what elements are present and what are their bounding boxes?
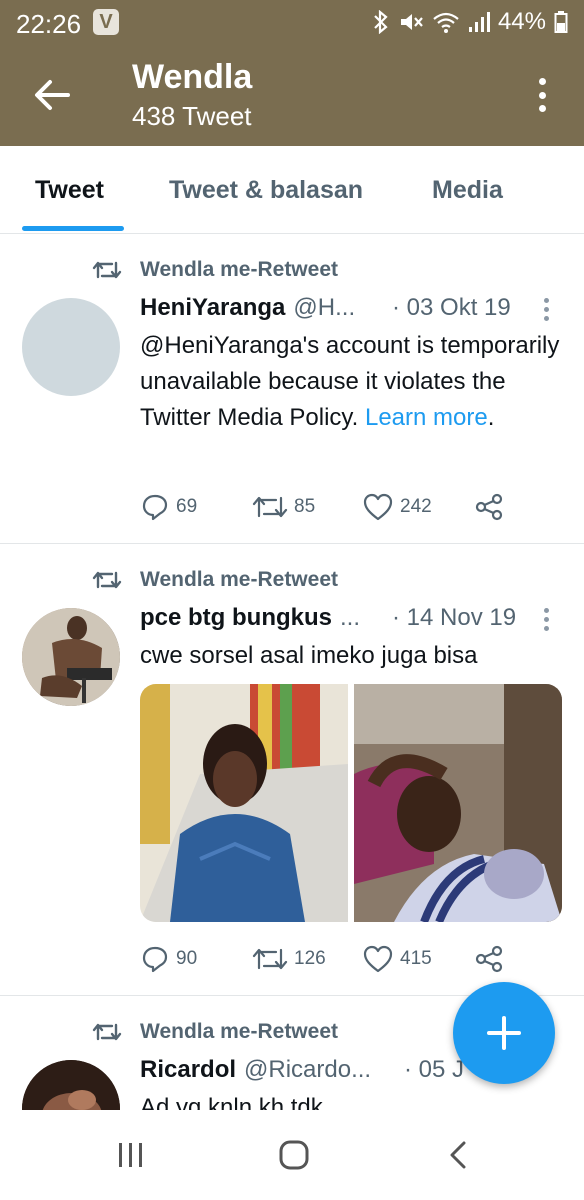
share-icon <box>475 493 503 521</box>
compose-tweet-button[interactable] <box>453 982 555 1084</box>
tweet-date: · 14 Nov 19 <box>392 604 517 631</box>
tweet-header: HeniYaranga @H... · 03 Okt 19 <box>140 294 560 322</box>
app-bar: 22:26 V 44% Wendla 438 Tweet <box>0 0 584 146</box>
author-handle[interactable]: @Ricardo... <box>244 1056 371 1084</box>
profile-tabs: Tweet Tweet & balasan Media <box>0 146 584 234</box>
retweet-count: 126 <box>294 948 326 969</box>
retweet-count: 85 <box>294 496 316 517</box>
retweet-icon <box>252 948 288 970</box>
battery-icon <box>554 11 568 33</box>
tweet-more-icon[interactable] <box>544 298 550 321</box>
author-name[interactable]: pce btg bungkus <box>140 604 332 632</box>
status-time: 22:26 <box>16 9 82 39</box>
tab-media[interactable]: Media <box>432 176 503 205</box>
retweet-label: Wendla me-Retweet <box>140 1020 338 1043</box>
status-bar: 22:26 V 44% <box>0 0 584 46</box>
tweet-actions: 90 126 415 <box>140 944 520 976</box>
back-nav-icon[interactable] <box>446 1140 470 1170</box>
retweet-button[interactable]: 126 <box>252 944 326 974</box>
reply-button[interactable]: 69 <box>140 492 197 522</box>
like-count: 242 <box>400 496 432 517</box>
avatar[interactable] <box>22 1060 120 1110</box>
photo-selfie-bed <box>354 684 562 922</box>
media-photo-1[interactable] <box>140 684 348 922</box>
avatar[interactable] <box>22 608 120 706</box>
learn-more-link[interactable]: Learn more <box>365 404 488 431</box>
avatar-photo <box>22 1060 120 1110</box>
like-button[interactable]: 415 <box>362 944 432 974</box>
back-arrow-icon[interactable] <box>32 78 72 112</box>
active-tab-indicator <box>22 226 124 231</box>
system-nav-bar <box>0 1110 584 1200</box>
author-handle[interactable]: ... <box>340 604 360 632</box>
mute-icon <box>400 14 423 30</box>
retweet-button[interactable]: 85 <box>252 492 315 522</box>
author-name[interactable]: HeniYaranga <box>140 294 285 322</box>
like-count: 415 <box>400 948 432 969</box>
reply-button[interactable]: 90 <box>140 944 197 974</box>
tweet-media[interactable] <box>140 684 562 922</box>
profile-name: Wendla <box>132 58 253 96</box>
photo-selfie-hallway <box>140 684 348 922</box>
retweet-label: Wendla me-Retweet <box>140 568 338 591</box>
tweet-item[interactable]: Wendla me-Retweet HeniYaranga @H... · 03… <box>0 234 584 544</box>
retweet-icon <box>252 496 288 518</box>
avatar[interactable] <box>22 298 120 396</box>
more-options-icon[interactable] <box>538 78 546 112</box>
signal-icon <box>468 12 490 32</box>
retweet-context: Wendla me-Retweet <box>92 258 338 282</box>
reply-icon <box>142 946 168 973</box>
retweet-context: Wendla me-Retweet <box>92 568 338 592</box>
retweet-icon <box>92 261 122 279</box>
author-handle[interactable]: @H... <box>293 294 355 322</box>
tab-tweet-replies[interactable]: Tweet & balasan <box>169 176 363 205</box>
retweet-icon <box>92 1023 122 1041</box>
heart-icon <box>363 945 393 973</box>
share-icon <box>475 945 503 973</box>
share-button[interactable] <box>474 492 504 522</box>
reply-count: 90 <box>176 948 198 969</box>
retweet-label: Wendla me-Retweet <box>140 258 338 281</box>
avatar-photo <box>22 608 120 706</box>
tweet-text-content: @HeniYaranga's account is temporarily un… <box>140 332 560 431</box>
tweet-header: pce btg bungkus ... · 14 Nov 19 <box>140 604 560 632</box>
reply-count: 69 <box>176 496 198 517</box>
like-button[interactable]: 242 <box>362 492 432 522</box>
app-badge-icon: V <box>93 9 119 35</box>
home-icon[interactable] <box>278 1140 310 1170</box>
tweet-text-suffix: . <box>487 404 495 431</box>
tweet-date: · 05 J <box>404 1056 465 1083</box>
retweet-icon <box>92 571 122 589</box>
tweet-actions: 69 85 242 <box>140 492 520 524</box>
recent-apps-icon[interactable] <box>115 1140 147 1170</box>
heart-icon <box>363 493 393 521</box>
reply-icon <box>142 494 168 521</box>
status-icons: 44% <box>372 8 568 36</box>
wifi-icon <box>433 12 459 33</box>
share-button[interactable] <box>474 944 504 974</box>
tweet-date: · 03 Okt 19 <box>392 294 511 321</box>
tweet-text: @HeniYaranga's account is temporarily un… <box>140 328 560 436</box>
tweet-more-icon[interactable] <box>544 608 550 631</box>
battery-percent: 44% <box>497 8 546 35</box>
tweet-text: Ad yg knln kh tdk <box>140 1094 323 1110</box>
tweet-item[interactable]: Wendla me-Retweet pce btg bungkus ... · … <box>0 544 584 996</box>
tab-tweet[interactable]: Tweet <box>35 176 104 205</box>
author-name[interactable]: Ricardol <box>140 1056 236 1084</box>
tweet-text: cwe sorsel asal imeko juga bisa <box>140 642 478 669</box>
retweet-context: Wendla me-Retweet <box>92 1020 338 1044</box>
media-photo-2[interactable] <box>354 684 562 922</box>
bluetooth-icon <box>374 10 388 34</box>
tweet-count: 438 Tweet <box>132 101 252 131</box>
